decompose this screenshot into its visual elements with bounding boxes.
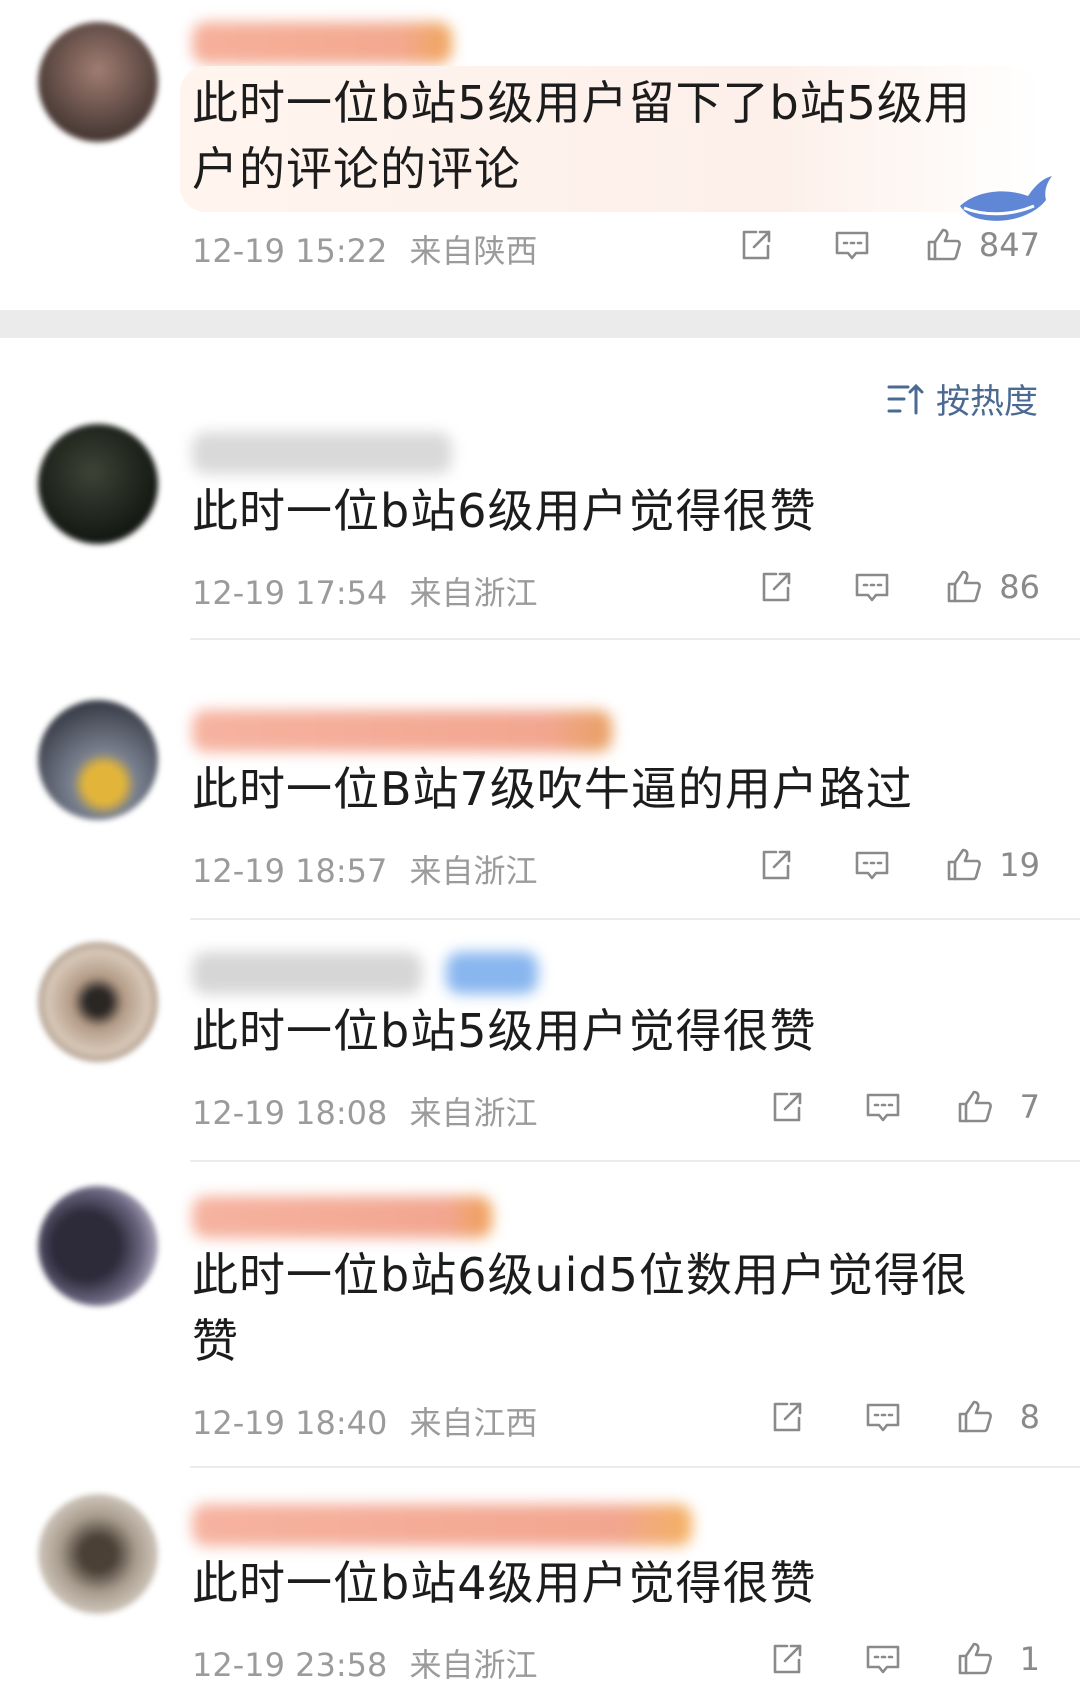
sort-icon — [887, 383, 924, 414]
comment-location: 来自陕西 — [409, 232, 538, 270]
sort-label: 按热度 — [936, 382, 1038, 422]
like-count: 86 — [999, 568, 1040, 606]
comment-icon[interactable] — [849, 564, 895, 610]
username-blurred[interactable] — [192, 952, 422, 994]
share-icon[interactable] — [764, 1636, 810, 1682]
comment-meta: 12-19 23:58 来自浙江 — [192, 1640, 538, 1686]
comment-date: 12-19 15:22 — [192, 232, 388, 270]
divider — [190, 638, 1080, 640]
divider — [190, 918, 1080, 920]
comment-text: 此时一位b站5级用户留下了b站5级用户的评论的评论 — [192, 76, 971, 196]
comment-meta: 12-19 18:57 来自浙江 — [192, 846, 538, 892]
comment-actions: 86 — [753, 562, 1040, 612]
comment-icon[interactable] — [860, 1394, 906, 1440]
comment-icon[interactable] — [829, 222, 875, 268]
comment-date: 12-19 17:54 — [192, 574, 388, 612]
username-blurred[interactable] — [192, 22, 452, 64]
comment-meta: 12-19 17:54 来自浙江 — [192, 568, 538, 614]
comment-location: 来自浙江 — [409, 852, 538, 890]
avatar[interactable] — [38, 424, 158, 544]
comment-icon[interactable] — [860, 1636, 906, 1682]
comment-date: 12-19 18:40 — [192, 1404, 388, 1442]
comment-icon[interactable] — [849, 842, 895, 888]
comment-actions: 19 — [753, 840, 1040, 890]
comment-actions: 7 — [764, 1082, 1040, 1132]
comment-icon[interactable] — [860, 1084, 906, 1130]
like-count: 7 — [1019, 1088, 1040, 1126]
thumbs-up-icon[interactable] — [941, 564, 987, 610]
divider — [190, 1160, 1080, 1162]
avatar[interactable] — [38, 942, 158, 1062]
badge-blurred — [446, 952, 538, 994]
share-icon[interactable] — [764, 1394, 810, 1440]
comment-text: 此时一位b站5级用户觉得很赞 — [192, 1004, 817, 1058]
comment-text: 此时一位B站7级吹牛逼的用户路过 — [192, 762, 913, 816]
like-count: 1 — [1019, 1640, 1040, 1678]
share-icon[interactable] — [733, 222, 779, 268]
thumbs-up-icon[interactable] — [952, 1636, 998, 1682]
username-blurred[interactable] — [192, 1504, 692, 1546]
comment-date: 12-19 18:08 — [192, 1094, 388, 1132]
like-count: 847 — [978, 226, 1040, 264]
section-divider — [0, 310, 1080, 338]
username-blurred[interactable] — [192, 1196, 492, 1238]
avatar[interactable] — [38, 700, 158, 820]
thumbs-up-icon[interactable] — [952, 1394, 998, 1440]
avatar[interactable] — [38, 1494, 158, 1614]
comment-location: 来自江西 — [409, 1404, 538, 1442]
thumbs-up-icon[interactable] — [941, 842, 987, 888]
comment-meta: 12-19 15:22 来自陕西 — [192, 226, 538, 272]
comment-date: 12-19 23:58 — [192, 1646, 388, 1684]
share-icon[interactable] — [764, 1084, 810, 1130]
comment-meta: 12-19 18:40 来自江西 — [192, 1398, 538, 1444]
comment-text: 此时一位b站6级uid5位数用户觉得很赞 — [192, 1248, 968, 1368]
comment-actions: 1 — [764, 1634, 1040, 1684]
divider — [190, 1466, 1080, 1468]
comment-actions: 8 — [764, 1392, 1040, 1442]
sort-button[interactable]: 按热度 — [886, 374, 1038, 423]
comment-date: 12-19 18:57 — [192, 852, 388, 890]
avatar[interactable] — [38, 22, 158, 142]
username-blurred[interactable] — [192, 432, 452, 474]
like-count: 8 — [1019, 1398, 1040, 1436]
comment-location: 来自浙江 — [409, 1094, 538, 1132]
comment-location: 来自浙江 — [409, 1646, 538, 1684]
comment-meta: 12-19 18:08 来自浙江 — [192, 1088, 538, 1134]
thumbs-up-icon[interactable] — [952, 1084, 998, 1130]
username-blurred[interactable] — [192, 710, 612, 752]
share-icon[interactable] — [753, 564, 799, 610]
avatar[interactable] — [38, 1186, 158, 1306]
thumbs-up-icon[interactable] — [921, 222, 967, 268]
comment-actions: 847 — [733, 220, 1040, 270]
comment-text: 此时一位b站6级用户觉得很赞 — [192, 484, 817, 538]
like-count: 19 — [999, 846, 1040, 884]
comment-text: 此时一位b站4级用户觉得很赞 — [192, 1556, 817, 1610]
comment-location: 来自浙江 — [409, 574, 538, 612]
share-icon[interactable] — [753, 842, 799, 888]
